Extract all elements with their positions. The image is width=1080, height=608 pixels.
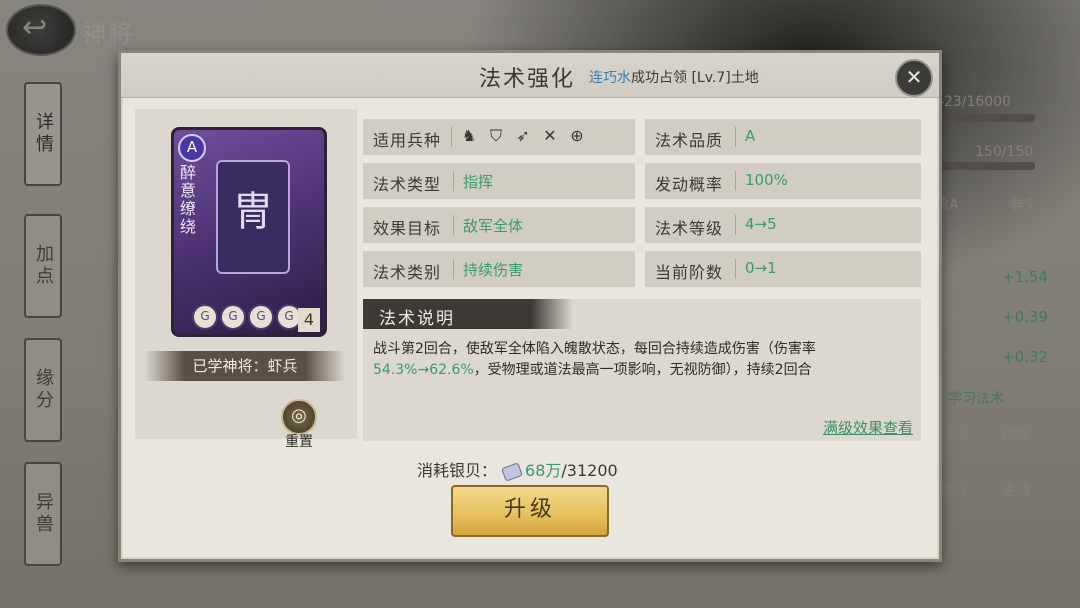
silver-shell-icon — [501, 461, 523, 482]
divider — [735, 215, 736, 235]
info-value: A — [745, 127, 756, 145]
info-label: 效果目标 — [373, 219, 442, 238]
info-value: 0→1 — [745, 259, 777, 277]
divider — [735, 259, 736, 279]
star-icon: G — [248, 304, 274, 330]
info-label: 法术类别 — [373, 263, 442, 282]
notice-text: 成功占领 [Lv.7]土地 — [631, 70, 759, 86]
info-label: 法术类型 — [373, 175, 442, 194]
info-label: 当前阶数 — [655, 263, 724, 282]
info-trigger-chance: 发动概率 100% — [645, 163, 921, 199]
divider — [453, 259, 454, 279]
info-spell-level: 法术等级 4→5 — [645, 207, 921, 243]
learned-general-label: 已学神将：虾兵 — [145, 351, 345, 381]
swirl-icon: ◎ — [281, 399, 317, 435]
description-title: 法术说明 — [379, 309, 455, 329]
dialog-title: 法术强化 — [479, 67, 576, 92]
info-spell-type: 法术类型 指挥 — [363, 163, 635, 199]
shield-icon: ⛉ — [489, 126, 502, 145]
notice-banner: 连巧水成功占领 [Lv.7]土地 — [589, 67, 759, 87]
troop-icons: ♞ ⛉ ➶ ✕ ⊕ — [459, 126, 587, 146]
info-label: 法术等级 — [655, 219, 724, 238]
info-category: 法术类别 持续伤害 — [363, 251, 635, 287]
spell-card[interactable]: 冑 A 醉意缭绕 G G G G 4 — [171, 127, 327, 337]
info-target: 效果目标 敌军全体 — [363, 207, 635, 243]
info-value: 100% — [745, 171, 788, 189]
card-area: 冑 A 醉意缭绕 G G G G 4 已学神将：虾兵 ◎ 重置 — [135, 109, 357, 450]
description-part: ，受物理或道法最高一项影响，无视防御），持续2回合 — [473, 362, 812, 378]
info-troop-type: 适用兵种 ♞ ⛉ ➶ ✕ ⊕ — [363, 119, 635, 155]
description-text: 战斗第2回合，使敌军全体陷入魄散状态，每回合持续造成伤害（伤害率 54.3%→62… — [373, 339, 913, 381]
star-icon: G — [220, 304, 246, 330]
siege-icon: ⊕ — [570, 126, 584, 145]
spell-upgrade-dialog: 法术强化 连巧水成功占领 [Lv.7]土地 ✕ 冑 A 醉意缭绕 G G G G… — [118, 50, 942, 562]
info-label: 发动概率 — [655, 175, 724, 194]
description-part: 战斗第2回合，使敌军全体陷入魄散状态，每回合持续造成伤害（伤害率 — [373, 341, 816, 357]
description-header: 法术说明 — [363, 299, 573, 329]
spell-name: 醉意缭绕 — [180, 163, 197, 236]
close-button[interactable]: ✕ — [895, 59, 933, 97]
upgrade-button[interactable]: 升级 — [451, 485, 609, 537]
divider — [735, 127, 736, 147]
horse-icon: ♞ — [461, 126, 477, 145]
max-level-effect-link[interactable]: 满级效果查看 — [823, 417, 913, 438]
bow-icon: ➶ — [516, 126, 530, 145]
notice-player-name: 连巧水 — [589, 70, 631, 86]
cost-required: /31200 — [561, 461, 618, 480]
divider — [451, 127, 452, 147]
spear-icon: ✕ — [543, 126, 557, 145]
grade-badge: A — [178, 134, 206, 162]
spell-description: 法术说明 战斗第2回合，使敌军全体陷入魄散状态，每回合持续造成伤害（伤害率 54.… — [363, 299, 921, 441]
dialog-header: 法术强化 连巧水成功占领 [Lv.7]土地 ✕ — [121, 53, 939, 98]
info-value: 4→5 — [745, 215, 777, 233]
upgrade-cost: 消耗银贝： 68万/31200 — [417, 457, 618, 482]
info-value: 持续伤害 — [463, 261, 524, 279]
star-row: G G G G — [192, 304, 302, 330]
divider — [453, 215, 454, 235]
star-icon: G — [192, 304, 218, 330]
card-level: 4 — [298, 308, 320, 332]
damage-rate: 54.3%→62.6% — [373, 362, 474, 378]
info-label: 适用兵种 — [373, 131, 442, 150]
cost-owned: 68万 — [525, 461, 562, 480]
banner-emblem: 冑 — [216, 160, 290, 274]
info-current-stage: 当前阶数 0→1 — [645, 251, 921, 287]
reset-label: 重置 — [285, 434, 313, 450]
info-quality: 法术品质 A — [645, 119, 921, 155]
close-icon: ✕ — [905, 65, 923, 89]
info-value: 指挥 — [463, 173, 494, 191]
info-value: 敌军全体 — [463, 217, 524, 235]
info-label: 法术品质 — [655, 131, 724, 150]
reset-button[interactable]: ◎ 重置 — [279, 399, 319, 450]
divider — [735, 171, 736, 191]
cost-label: 消耗银贝： — [417, 461, 498, 480]
divider — [453, 171, 454, 191]
